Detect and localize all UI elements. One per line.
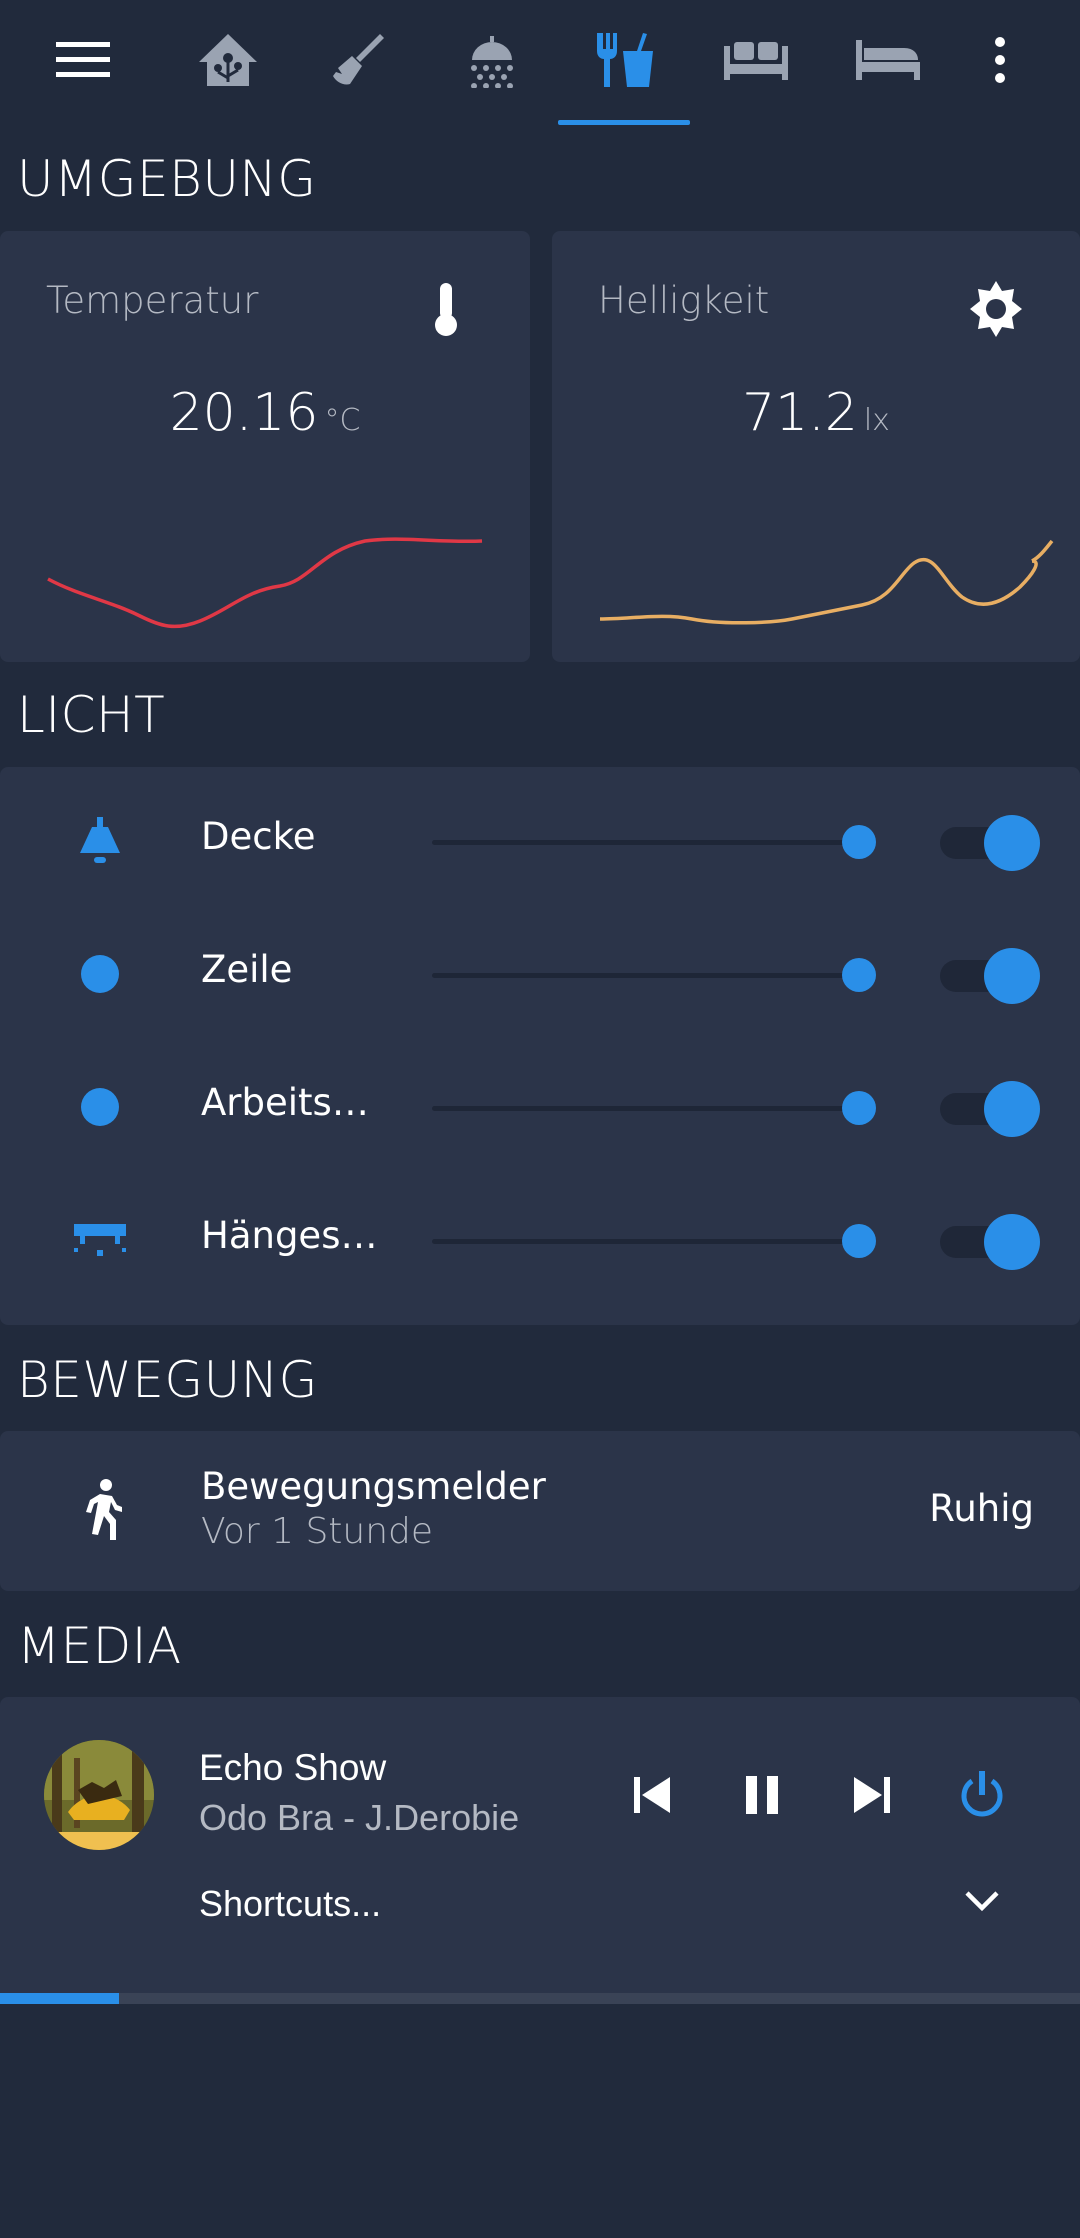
media-player-card: Echo Show Odo Bra - J.Derobie Shortcuts.…: [0, 1697, 1080, 2004]
brightness-icon: [966, 279, 1026, 339]
brightness-slider[interactable]: [432, 840, 858, 845]
top-navigation: [0, 0, 1080, 126]
brightness-slider[interactable]: [432, 973, 858, 978]
temperature-value-wrap: 20.16 °C: [0, 383, 530, 443]
brightness-slider[interactable]: [432, 1106, 858, 1111]
motion-sensor-name: Bewegungsmelder: [201, 1465, 546, 1508]
skip-next-icon[interactable]: [844, 1761, 900, 1829]
toggle-thumb[interactable]: [984, 815, 1040, 871]
temperature-unit: °C: [324, 403, 361, 438]
walk-icon: [72, 1477, 132, 1545]
brightness-value-wrap: 71.2 lx: [552, 383, 1080, 443]
shower-icon[interactable]: [452, 20, 532, 100]
section-title-motion: BEWEGUNG: [17, 1351, 318, 1409]
thermometer-icon: [416, 279, 476, 339]
bulb-dot-icon[interactable]: [72, 1079, 132, 1135]
slider-thumb[interactable]: [842, 1091, 876, 1125]
media-track-title: Odo Bra - J.Derobie: [199, 1797, 520, 1838]
light-label: Zeile: [201, 948, 293, 991]
shortcuts-dropdown[interactable]: Shortcuts...: [199, 1883, 381, 1925]
active-tab-indicator: [558, 120, 690, 125]
album-art: [44, 1740, 154, 1850]
pause-icon[interactable]: [734, 1761, 790, 1829]
media-progress-fill: [0, 1993, 119, 2004]
light-row-haenges: Hänges…: [0, 1166, 1080, 1299]
light-label: Arbeits…: [201, 1081, 369, 1124]
brightness-value: 71.2: [742, 383, 858, 443]
bed-icon[interactable]: [848, 20, 928, 100]
light-row-decke: Decke: [0, 767, 1080, 900]
brightness-card[interactable]: Helligkeit 71.2 lx: [552, 231, 1080, 662]
light-label: Hänges…: [201, 1214, 378, 1257]
brightness-label: Helligkeit: [598, 279, 770, 322]
pendant-light-icon[interactable]: [72, 1212, 132, 1268]
slider-thumb[interactable]: [842, 958, 876, 992]
motion-card[interactable]: Bewegungsmelder Vor 1 Stunde Ruhig: [0, 1431, 1080, 1591]
ceiling-light-icon[interactable]: [72, 813, 132, 869]
broom-icon[interactable]: [318, 20, 398, 100]
power-icon[interactable]: [952, 1761, 1012, 1829]
toggle-thumb[interactable]: [984, 948, 1040, 1004]
section-title-environment: UMGEBUNG: [17, 150, 317, 208]
home-assistant-icon[interactable]: [188, 20, 268, 100]
light-row-zeile: Zeile: [0, 900, 1080, 1033]
light-label: Decke: [201, 815, 316, 858]
sofa-icon[interactable]: [716, 20, 796, 100]
brightness-history-graph: [599, 539, 1054, 625]
silverware-drink-icon[interactable]: [584, 20, 664, 100]
chevron-down-icon[interactable]: [956, 1875, 1008, 1927]
motion-state: Ruhig: [929, 1487, 1034, 1530]
lights-card: Decke Zeile Arbeits… Hänges…: [0, 767, 1080, 1325]
brightness-slider[interactable]: [432, 1239, 858, 1244]
bulb-dot-icon[interactable]: [72, 946, 132, 1002]
light-row-arbeits: Arbeits…: [0, 1033, 1080, 1166]
motion-last-changed: Vor 1 Stunde: [201, 1511, 434, 1552]
menu-icon[interactable]: [43, 20, 123, 100]
section-title-light: LICHT: [17, 686, 166, 744]
brightness-unit: lx: [863, 403, 890, 438]
section-title-media: MEDIA: [17, 1617, 182, 1675]
temperature-label: Temperatur: [46, 279, 259, 322]
toggle-thumb[interactable]: [984, 1081, 1040, 1137]
toggle-thumb[interactable]: [984, 1214, 1040, 1270]
temperature-history-graph: [47, 537, 483, 629]
slider-thumb[interactable]: [842, 825, 876, 859]
skip-previous-icon[interactable]: [624, 1761, 680, 1829]
more-vertical-icon[interactable]: [960, 20, 1040, 100]
temperature-value: 20.16: [169, 383, 319, 443]
slider-thumb[interactable]: [842, 1224, 876, 1258]
media-progress-bar[interactable]: [0, 1993, 1080, 2004]
temperature-card[interactable]: Temperatur 20.16 °C: [0, 231, 530, 662]
media-player-name: Echo Show: [199, 1747, 387, 1788]
